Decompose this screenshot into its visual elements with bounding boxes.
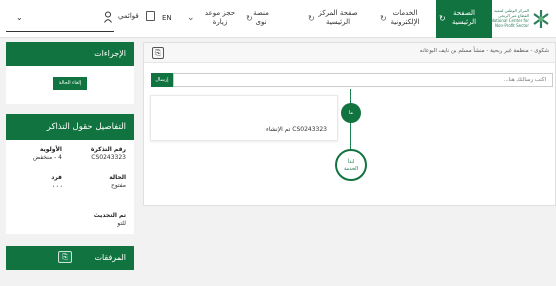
- ticket-details-title: التفاصيل حقول التذاكر: [6, 114, 134, 140]
- sidebar: الإجراءات إلغاء الحالة التفاصيل حقول الت…: [6, 42, 134, 270]
- chevron-down-icon[interactable]: ⌄: [16, 13, 23, 22]
- ticket-conversation-panel: شكوى - منظمة غير ربحية - منشأ مسلم بن نا…: [143, 42, 556, 206]
- updated-field: تم التحديث للتو: [94, 212, 126, 228]
- field-label: الحالة: [109, 174, 126, 181]
- start-service-label: الخدمة: [343, 166, 359, 172]
- ticket-number-field: رقم التذكرة CS0243323: [91, 146, 126, 162]
- nav-booking[interactable]: حجز موعد زيارة: [200, 0, 240, 38]
- field-value: ، ، ،: [52, 182, 62, 189]
- list-icon[interactable]: [146, 11, 155, 21]
- external-link-icon: ↻: [246, 14, 253, 23]
- user-icon: [104, 11, 112, 23]
- actions-panel: إلغاء الحالة: [6, 66, 134, 104]
- external-link-icon: ↻: [380, 14, 387, 23]
- nav-eservices-label: الخدمات: [392, 9, 418, 17]
- individual-field: فرد ، ، ،: [51, 174, 62, 190]
- external-link-icon: ↻: [439, 14, 446, 23]
- conversation-header: شكوى - منظمة غير ربحية - منشأ مسلم بن نا…: [144, 43, 555, 63]
- timeline-entry-card: CS0243323 تم الإنشاء: [150, 95, 338, 141]
- start-service-node: ابدأ الخدمة: [335, 149, 367, 181]
- paperclip-icon[interactable]: ⎘: [58, 251, 72, 263]
- field-value: CS0243323: [91, 154, 126, 161]
- field-label: الأولوية: [39, 146, 62, 153]
- nav-booking-label: زيارة: [212, 18, 228, 26]
- nav-eservices[interactable]: ↻ الخدمات الإلكترونية: [380, 0, 430, 38]
- timeline-node: ما: [341, 103, 361, 123]
- user-menu[interactable]: ⌄: [6, 6, 114, 32]
- field-value: مفتوح: [110, 182, 126, 189]
- language-toggle[interactable]: EN: [162, 14, 172, 22]
- my-lists-link[interactable]: قوائمي: [118, 12, 139, 20]
- ncnp-logo[interactable]: المركز الوطني لتنمية القطاع غير الربحي N…: [490, 6, 550, 32]
- top-navigation-bar: المركز الوطني لتنمية القطاع غير الربحي N…: [0, 0, 556, 38]
- attachments-panel-title: المرفقات ⎘: [6, 246, 134, 270]
- priority-field: الأولوية 4 - منخفض: [33, 146, 62, 162]
- field-value: للتو: [117, 220, 126, 227]
- ticket-details-panel: رقم التذكرة CS0243323 الأولوية 4 - منخفض…: [6, 140, 134, 234]
- breadcrumb: شكوى - منظمة غير ربحية - منشأ مسلم بن نا…: [419, 48, 549, 54]
- field-value: 4 - منخفض: [32, 154, 62, 161]
- status-field: الحالة مفتوح: [109, 174, 126, 190]
- field-label: فرد: [51, 174, 62, 181]
- nav-eservices-label: الإلكترونية: [390, 18, 420, 26]
- timeline-entry-text: CS0243323 تم الإنشاء: [266, 126, 327, 133]
- start-service-label: ابدأ: [347, 159, 355, 165]
- nav-home[interactable]: ↻ الصفحة الرئيسية: [436, 0, 492, 38]
- nav-booking-label: حجز موعد: [204, 9, 236, 17]
- external-link-icon: ↻: [308, 14, 315, 23]
- attach-icon[interactable]: ⎘: [152, 47, 164, 59]
- nav-center-home[interactable]: ↻ صفحة المركز الرئيسية: [308, 0, 368, 38]
- nav-center-home-label: صفحة المركز: [318, 9, 358, 17]
- send-button[interactable]: إرسال: [151, 73, 173, 87]
- nav-nawa[interactable]: ↻ منصة نوى: [246, 0, 276, 38]
- logo-mark-icon: [533, 10, 549, 28]
- message-input[interactable]: [173, 73, 553, 87]
- logo-text-line: Non-Profit Sector: [495, 23, 529, 28]
- cancel-case-button[interactable]: إلغاء الحالة: [53, 77, 87, 90]
- nav-center-home-label: الرئيسية: [325, 18, 351, 26]
- attachments-title-label: المرفقات: [94, 253, 126, 262]
- logo-text: المركز الوطني لتنمية القطاع غير الربحي N…: [491, 8, 529, 28]
- chevron-down-icon[interactable]: ⌄: [187, 13, 195, 23]
- actions-panel-title: الإجراءات: [6, 42, 134, 66]
- field-label: رقم التذكرة: [90, 146, 126, 153]
- field-label: تم التحديث: [93, 212, 126, 219]
